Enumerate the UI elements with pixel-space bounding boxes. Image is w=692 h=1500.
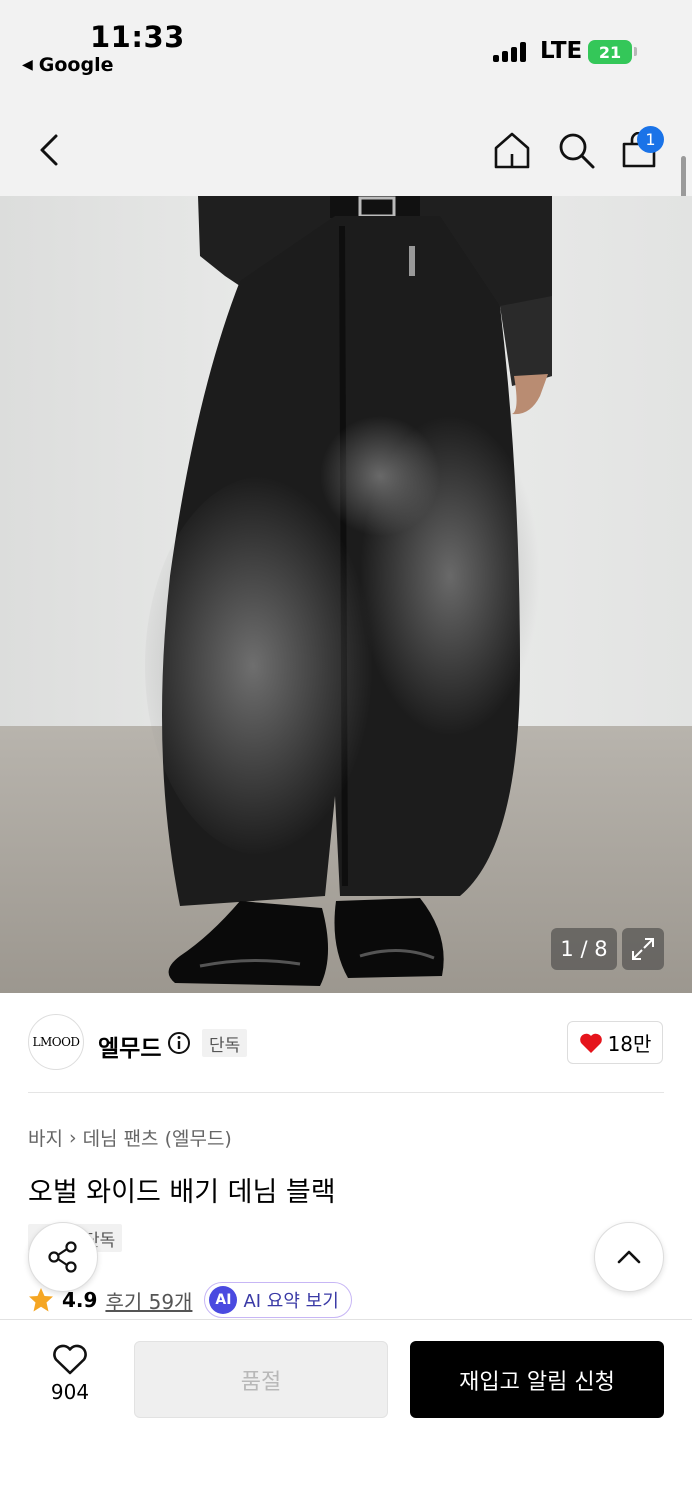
ai-summary-button[interactable]: AI AI 요약 보기 [204, 1282, 352, 1318]
product-photo [0, 196, 692, 993]
divider [28, 1092, 664, 1093]
breadcrumb-category[interactable]: 바지 [28, 1124, 63, 1151]
brand-like-button[interactable]: 18만 [567, 1021, 663, 1064]
star-icon [29, 1288, 53, 1312]
info-icon[interactable] [167, 1031, 191, 1055]
ai-badge-icon: AI [209, 1286, 238, 1314]
battery-icon: 21 [588, 40, 632, 64]
ai-summary-label: AI 요약 보기 [243, 1291, 339, 1312]
back-app-label: Google [38, 54, 114, 76]
share-icon [48, 1241, 77, 1273]
brand-logo[interactable]: LMOOD [28, 1014, 84, 1070]
battery-level: 21 [598, 42, 622, 62]
search-icon[interactable] [556, 130, 596, 170]
breadcrumb: 바지 › 데님 팬츠 (엘무드) [28, 1124, 232, 1151]
heart-filled-icon [579, 1033, 602, 1053]
product-image[interactable] [0, 196, 692, 993]
network-label: LTE [540, 38, 583, 64]
reviews-link[interactable]: 후기 59개 [105, 1286, 192, 1315]
rating-value: 4.9 [62, 1288, 98, 1312]
expand-image-button[interactable] [622, 928, 664, 970]
product-title: 오벌 와이드 배기 데님 블랙 [28, 1177, 336, 1208]
heart-outline-icon [53, 1344, 87, 1375]
cart-count-badge: 1 [637, 126, 664, 153]
gallery-counter: 1 / 8 [551, 928, 617, 970]
back-to-app-link[interactable]: ◀ Google [22, 54, 113, 76]
chevron-up-icon [617, 1250, 641, 1264]
wishlist-count: 904 [50, 1380, 90, 1404]
wishlist-button[interactable]: 904 [30, 1344, 110, 1414]
scroll-to-top-button[interactable] [594, 1222, 664, 1292]
restock-alert-button[interactable]: 재입고 알림 신청 [410, 1341, 664, 1418]
back-arrow-icon[interactable] [36, 128, 64, 172]
exclusive-tag: 단독 [202, 1029, 248, 1057]
expand-icon [632, 938, 654, 960]
rating-row: 4.9 후기 59개 AI AI 요약 보기 [28, 1282, 352, 1318]
status-time: 11:33 [90, 20, 185, 54]
soldout-button[interactable]: 품절 [134, 1341, 388, 1418]
brand-name[interactable]: 엘무드 [98, 1029, 161, 1063]
breadcrumb-subcategory[interactable]: 데님 팬츠 (엘무드) [83, 1124, 232, 1151]
chevron-right-icon: › [68, 1126, 77, 1149]
battery-tip [634, 47, 637, 56]
brand-like-count: 18만 [607, 1032, 652, 1056]
back-triangle-icon: ◀ [22, 57, 33, 73]
home-icon[interactable] [492, 130, 532, 170]
signal-icon [493, 42, 527, 62]
